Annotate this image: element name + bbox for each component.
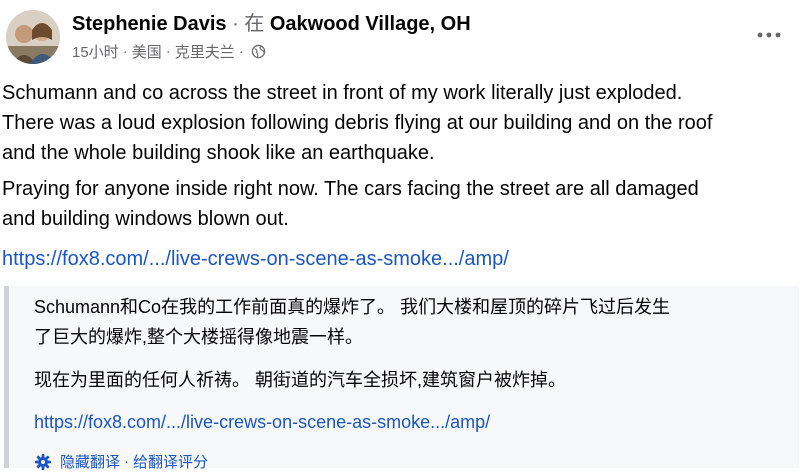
post-line: Praying for anyone inside right now. The…	[2, 178, 699, 200]
post-line: Schumann and co across the street in fro…	[2, 82, 683, 104]
facebook-post: Stephenie Davis · 在 Oakwood Village, OH …	[0, 0, 800, 476]
globe-icon[interactable]	[251, 44, 266, 59]
post-line: and building windows blown out.	[2, 208, 289, 230]
post-paragraph-2: Praying for anyone inside right now. The…	[2, 174, 792, 234]
meta-separator: ·	[165, 43, 171, 60]
post-body: Schumann and co across the street in fro…	[2, 78, 792, 274]
more-icon[interactable]	[756, 30, 782, 40]
translation-content: Schumann和Co在我的工作前面真的爆炸了。 我们大楼和屋顶的碎片飞过后发生…	[34, 292, 794, 472]
translation-link[interactable]: https://fox8.com/.../live-crews-on-scene…	[34, 407, 794, 437]
hide-translation-link[interactable]: 隐藏翻译	[60, 451, 120, 472]
avatar-photo	[6, 10, 60, 64]
meta-separator: ·	[238, 43, 244, 60]
translation-box: Schumann和Co在我的工作前面真的爆炸了。 我们大楼和屋顶的碎片飞过后发生…	[4, 286, 799, 471]
post-paragraph-1: Schumann and co across the street in fro…	[2, 78, 792, 168]
post-meta: 15小时 · 美国 · 克里夫兰 ·	[72, 41, 471, 62]
translation-line: Schumann和Co在我的工作前面真的爆炸了。 我们大楼和屋顶的碎片飞过后发生	[34, 297, 671, 317]
rate-translation-link[interactable]: 给翻译评分	[133, 451, 208, 472]
gear-icon[interactable]	[34, 453, 52, 471]
footer-separator: ·	[124, 453, 130, 470]
post-line: There was a loud explosion following deb…	[2, 112, 713, 134]
location-link[interactable]: Oakwood Village, OH	[270, 13, 471, 35]
post-country: 美国	[131, 44, 162, 61]
avatar[interactable]	[6, 10, 60, 64]
meta-separator: ·	[122, 43, 128, 60]
translation-paragraph-1: Schumann和Co在我的工作前面真的爆炸了。 我们大楼和屋顶的碎片飞过后发生…	[34, 292, 794, 352]
post-city: 克里夫兰	[174, 44, 235, 61]
translation-footer: 隐藏翻译 · 给翻译评分	[34, 451, 794, 472]
post-header: Stephenie Davis · 在 Oakwood Village, OH …	[72, 10, 471, 62]
post-time[interactable]: 15小时	[72, 41, 119, 62]
location-connector: · 在	[232, 13, 265, 35]
post-link[interactable]: https://fox8.com/.../live-crews-on-scene…	[2, 244, 792, 274]
translation-line: 了巨大的爆炸,整个大楼摇得像地震一样。	[34, 327, 363, 347]
author-line: Stephenie Davis · 在 Oakwood Village, OH	[72, 10, 471, 38]
post-line: and the whole building shook like an ear…	[2, 142, 435, 164]
translation-paragraph-2: 现在为里面的任何人祈祷。 朝街道的汽车全损坏,建筑窗户被炸掉。	[34, 370, 566, 390]
author-name[interactable]: Stephenie Davis	[72, 13, 227, 35]
